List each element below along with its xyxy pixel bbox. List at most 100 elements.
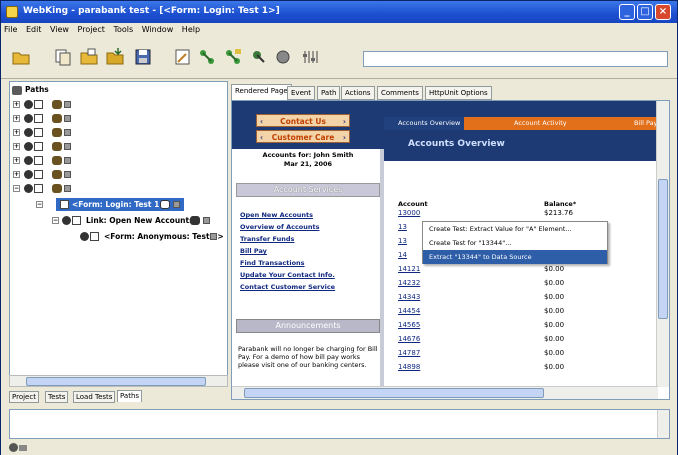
nav-account-activity[interactable]: Account Activity bbox=[514, 119, 567, 127]
page-icon bbox=[34, 128, 43, 137]
menu-create-extract-test[interactable]: Create Test: Extract Value for "A" Eleme… bbox=[423, 222, 607, 236]
menu-view[interactable]: View bbox=[47, 23, 72, 36]
run-tests-icon[interactable] bbox=[197, 47, 217, 67]
contact-us-button[interactable]: Contact Us bbox=[256, 114, 350, 128]
tab-path[interactable]: Path bbox=[317, 86, 341, 100]
option-icon bbox=[64, 171, 71, 178]
form-icon bbox=[190, 216, 200, 225]
page-heading: Accounts Overview bbox=[408, 139, 505, 149]
expand-icon[interactable]: + bbox=[13, 129, 20, 136]
tab-comments[interactable]: Comments bbox=[377, 86, 423, 100]
right-horizontal-scrollbar[interactable] bbox=[232, 386, 658, 399]
account-link[interactable]: 14 bbox=[398, 251, 407, 259]
page-heading-band: Accounts Overview bbox=[384, 131, 658, 161]
customer-care-button[interactable]: Customer Care bbox=[256, 130, 350, 144]
scroll-thumb[interactable] bbox=[658, 179, 668, 319]
account-link[interactable]: 13 bbox=[398, 237, 407, 245]
address-field[interactable] bbox=[363, 51, 668, 67]
link-contact-customer-service[interactable]: Contact Customer Service bbox=[240, 283, 335, 291]
collapse-icon[interactable]: − bbox=[36, 201, 43, 208]
settings-icon[interactable] bbox=[301, 47, 321, 67]
nav-bill-pay[interactable]: Bill Pay bbox=[634, 119, 657, 127]
stop-icon[interactable] bbox=[273, 47, 293, 67]
title-bar[interactable]: WebKing - parabank test - [<Form: Login:… bbox=[1, 1, 677, 23]
console-scrollbar[interactable] bbox=[657, 410, 669, 438]
account-link[interactable]: 14232 bbox=[398, 279, 420, 287]
open-folder-icon[interactable] bbox=[11, 47, 31, 67]
new-project-icon[interactable] bbox=[53, 47, 73, 67]
app-icon bbox=[6, 6, 18, 18]
right-vertical-scrollbar[interactable] bbox=[656, 101, 669, 387]
expand-icon[interactable]: + bbox=[13, 171, 20, 178]
expand-icon[interactable]: + bbox=[13, 115, 20, 122]
menu-edit[interactable]: Edit bbox=[23, 23, 45, 36]
connection-icon bbox=[19, 445, 27, 451]
left-horizontal-scrollbar[interactable] bbox=[9, 375, 228, 387]
tree-root-label: Paths bbox=[25, 85, 49, 94]
page-icon bbox=[34, 142, 43, 151]
page-nav-bar: Accounts Overview Account Activity Bill … bbox=[384, 117, 658, 130]
account-link[interactable]: 14121 bbox=[398, 265, 420, 273]
page-icon bbox=[60, 200, 69, 209]
collapse-icon[interactable]: − bbox=[52, 217, 59, 224]
account-link[interactable]: 14454 bbox=[398, 307, 420, 315]
minimize-button[interactable]: _ bbox=[619, 4, 635, 20]
menu-extract-to-data-source[interactable]: Extract "13344" to Data Source bbox=[423, 250, 607, 264]
menu-project[interactable]: Project bbox=[75, 23, 108, 36]
test-config-icon[interactable] bbox=[173, 47, 193, 67]
menu-help[interactable]: Help bbox=[179, 23, 203, 36]
node-icon bbox=[24, 142, 33, 151]
node-icon bbox=[24, 114, 33, 123]
accounts-date: Mar 21, 2006 bbox=[283, 160, 333, 168]
import-icon[interactable] bbox=[105, 47, 125, 67]
link-overview-of-accounts[interactable]: Overview of Accounts bbox=[240, 223, 320, 231]
close-button[interactable]: × bbox=[655, 4, 671, 20]
menu-tools[interactable]: Tools bbox=[110, 23, 136, 36]
form-icon bbox=[52, 142, 62, 151]
account-link[interactable]: 14898 bbox=[398, 363, 420, 371]
expand-icon[interactable]: + bbox=[13, 101, 20, 108]
menu-window[interactable]: Window bbox=[139, 23, 177, 36]
account-link[interactable]: 14565 bbox=[398, 321, 420, 329]
account-link[interactable]: 14343 bbox=[398, 293, 420, 301]
tab-tests[interactable]: Tests bbox=[45, 391, 69, 403]
tab-actions[interactable]: Actions bbox=[341, 86, 375, 100]
link-transfer-funds[interactable]: Transfer Funds bbox=[240, 235, 294, 243]
menu-file[interactable]: File bbox=[1, 23, 20, 36]
tab-load-tests[interactable]: Load Tests bbox=[73, 391, 116, 403]
tab-paths[interactable]: Paths bbox=[117, 390, 143, 402]
tree-selected-form[interactable]: − <Form: Login: Test 1> bbox=[10, 198, 227, 211]
expand-icon[interactable]: + bbox=[13, 157, 20, 164]
node-icon bbox=[62, 216, 71, 225]
account-link[interactable]: 13000 bbox=[398, 209, 420, 217]
expand-icon[interactable]: + bbox=[13, 143, 20, 150]
menu-create-test-for-value[interactable]: Create Test for "13344"... bbox=[423, 236, 607, 250]
option-icon bbox=[173, 201, 180, 208]
scroll-thumb[interactable] bbox=[244, 388, 544, 398]
nav-accounts-overview[interactable]: Accounts Overview bbox=[398, 119, 460, 127]
collapse-icon[interactable]: − bbox=[13, 185, 20, 192]
page-icon bbox=[34, 184, 43, 193]
run-paths-icon[interactable] bbox=[223, 47, 243, 67]
rendered-page-view: Contact Us Customer Care Accounts Overvi… bbox=[231, 100, 670, 400]
link-label: Link: Open New Accounts bbox=[86, 216, 194, 225]
option-icon bbox=[64, 115, 71, 122]
link-bill-pay[interactable]: Bill Pay bbox=[240, 247, 267, 255]
record-icon[interactable] bbox=[249, 47, 269, 67]
account-link[interactable]: 13 bbox=[398, 223, 407, 231]
tab-project[interactable]: Project bbox=[9, 391, 39, 403]
account-link[interactable]: 14787 bbox=[398, 349, 420, 357]
open-project-icon[interactable] bbox=[79, 47, 99, 67]
tab-httpunit-options[interactable]: HttpUnit Options bbox=[425, 86, 492, 100]
save-icon[interactable] bbox=[133, 47, 153, 67]
tab-rendered-page[interactable]: Rendered Page bbox=[231, 84, 292, 100]
scroll-thumb[interactable] bbox=[26, 377, 206, 386]
account-link[interactable]: 14676 bbox=[398, 335, 420, 343]
tab-event[interactable]: Event bbox=[287, 86, 316, 100]
node-icon bbox=[24, 128, 33, 137]
link-find-transactions[interactable]: Find Transactions bbox=[240, 259, 305, 267]
link-open-new-accounts[interactable]: Open New Accounts bbox=[240, 211, 313, 219]
maximize-button[interactable]: □ bbox=[637, 4, 653, 20]
console-panel[interactable] bbox=[9, 409, 670, 439]
link-update-contact-info[interactable]: Update Your Contact Info. bbox=[240, 271, 335, 279]
